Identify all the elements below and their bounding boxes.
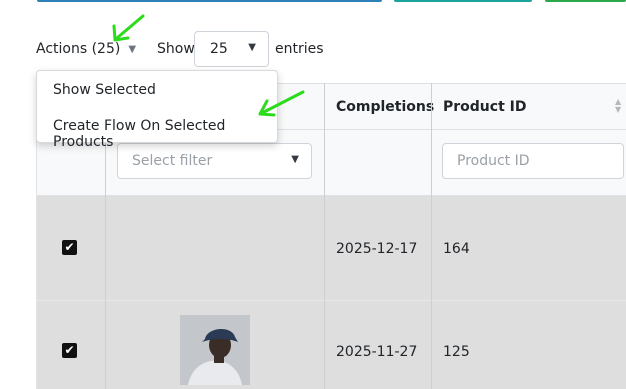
annotation-arrow-icon [112,14,145,42]
entries-value: 25 [210,41,228,57]
caret-down-icon: ▼ [248,42,256,53]
show-label: Show [157,41,195,57]
row-checkbox[interactable]: ✔ [62,343,77,358]
filter-select-placeholder: Select filter [132,153,213,169]
top-button-edge-2[interactable] [394,0,532,2]
entries-per-page-select[interactable]: 25 ▼ [194,31,269,67]
cell-product-id: 164 [443,241,470,257]
table-row[interactable]: ✔ 2025-11-27 125 [37,301,626,389]
menu-item-show-selected[interactable]: Show Selected [53,82,156,98]
top-button-edge-1[interactable] [37,0,382,2]
sort-icon[interactable]: ▲ ▼ [615,98,621,114]
column-divider [431,83,432,389]
table-row[interactable]: ✔ 2025-12-17 164 [37,196,626,301]
product-id-filter-input[interactable] [442,143,624,179]
entries-label: entries [275,41,324,57]
cell-completions: 2025-12-17 [336,241,418,257]
caret-down-icon: ▼ [291,154,299,165]
annotation-arrow-icon [258,90,305,117]
column-header-completions[interactable]: Completions [336,99,434,115]
column-header-product-id[interactable]: Product ID [443,99,526,115]
product-image[interactable] [180,315,250,385]
cell-product-id: 125 [443,344,470,360]
column-divider [324,83,325,389]
cell-completions: 2025-11-27 [336,344,418,360]
caret-down-icon: ▼ [128,44,137,55]
menu-item-create-flow[interactable]: Create Flow On Selected Products [53,118,277,150]
top-button-edge-3[interactable] [545,0,626,2]
row-checkbox[interactable]: ✔ [62,240,77,255]
actions-menu: Show Selected Create Flow On Selected Pr… [36,70,278,150]
